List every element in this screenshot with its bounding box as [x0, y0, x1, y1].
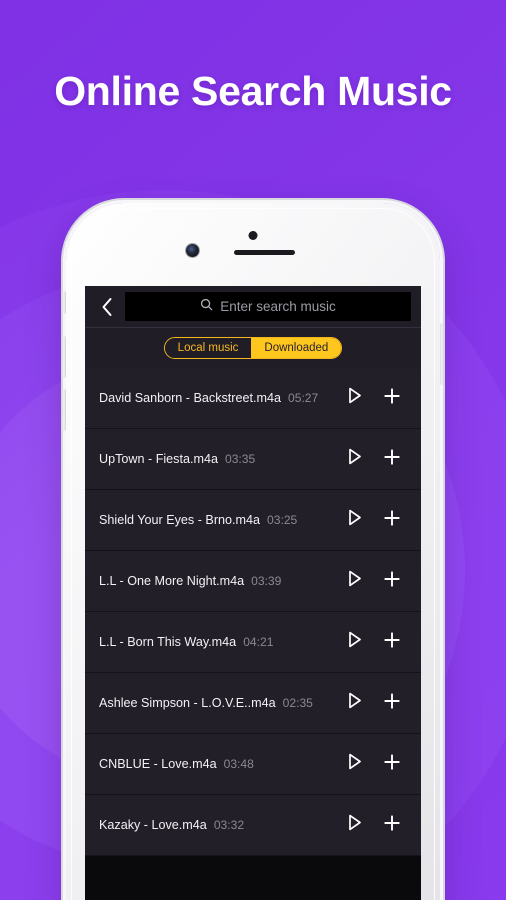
- play-icon: [347, 387, 362, 409]
- tab-group: Local music Downloaded: [163, 337, 343, 359]
- phone-mockup: Enter search music Local music Downloade…: [62, 203, 444, 900]
- play-icon: [347, 692, 362, 714]
- play-icon: [347, 509, 362, 531]
- back-button[interactable]: [93, 286, 121, 328]
- track-title: L.L - Born This Way.m4a: [99, 635, 237, 649]
- play-icon: [347, 753, 362, 775]
- table-row[interactable]: CNBLUE - Love.m4a 03:48: [85, 734, 421, 795]
- table-row[interactable]: Shield Your Eyes - Brno.m4a 03:25: [85, 490, 421, 551]
- plus-icon: [384, 387, 400, 409]
- play-button[interactable]: [339, 744, 369, 784]
- volume-up-button[interactable]: [62, 336, 66, 378]
- volume-down-button[interactable]: [62, 389, 66, 431]
- play-icon: [347, 814, 362, 836]
- table-row[interactable]: L.L - One More Night.m4a 03:39: [85, 551, 421, 612]
- play-icon: [347, 448, 362, 470]
- plus-icon: [384, 509, 400, 531]
- search-input[interactable]: Enter search music: [125, 292, 411, 321]
- tab-downloaded[interactable]: Downloaded: [251, 338, 342, 358]
- add-button[interactable]: [377, 683, 407, 723]
- table-row[interactable]: Ashlee Simpson - L.O.V.E..m4a 02:35: [85, 673, 421, 734]
- add-button[interactable]: [377, 378, 407, 418]
- play-button[interactable]: [339, 805, 369, 845]
- phone-screen: Enter search music Local music Downloade…: [85, 286, 421, 900]
- add-button[interactable]: [377, 439, 407, 479]
- track-duration: 02:35: [282, 696, 313, 710]
- plus-icon: [384, 692, 400, 714]
- tab-local-music-label: Local music: [177, 342, 239, 354]
- add-button[interactable]: [377, 500, 407, 540]
- track-duration: 03:35: [224, 452, 256, 466]
- track-duration: 03:39: [251, 574, 282, 588]
- search-icon: [200, 298, 213, 316]
- play-button[interactable]: [339, 378, 369, 418]
- mute-switch-button[interactable]: [62, 291, 66, 314]
- play-button[interactable]: [339, 561, 369, 601]
- play-button[interactable]: [339, 500, 369, 540]
- track-duration: 03:25: [267, 513, 298, 527]
- play-icon: [347, 570, 362, 592]
- track-list: David Sanborn - Backstreet.m4a 05:27 UpT…: [85, 368, 421, 856]
- track-title: Ashlee Simpson - L.O.V.E..m4a: [99, 696, 276, 710]
- plus-icon: [384, 631, 400, 653]
- tab-downloaded-label: Downloaded: [264, 342, 329, 354]
- tab-local-music[interactable]: Local music: [164, 338, 252, 358]
- track-title: David Sanborn - Backstreet.m4a: [99, 391, 281, 405]
- add-button[interactable]: [377, 744, 407, 784]
- table-row[interactable]: L.L - Born This Way.m4a 04:21: [85, 612, 421, 673]
- power-button[interactable]: [440, 323, 444, 385]
- track-duration: 03:48: [223, 757, 254, 771]
- add-button[interactable]: [377, 622, 407, 662]
- track-duration: 03:32: [213, 818, 245, 832]
- tab-bar: Local music Downloaded: [85, 328, 421, 368]
- play-button[interactable]: [339, 683, 369, 723]
- track-title: Kazaky - Love.m4a: [99, 818, 207, 832]
- promo-banner: Online Search Music Enter search music L…: [0, 0, 506, 900]
- page-title: Online Search Music: [54, 68, 452, 114]
- plus-icon: [384, 753, 400, 775]
- table-row[interactable]: David Sanborn - Backstreet.m4a 05:27: [85, 368, 421, 429]
- track-title: CNBLUE - Love.m4a: [99, 757, 217, 771]
- track-title: L.L - One More Night.m4a: [99, 574, 245, 588]
- table-row[interactable]: Kazaky - Love.m4a 03:32: [85, 795, 421, 856]
- play-button[interactable]: [339, 439, 369, 479]
- track-duration: 04:21: [243, 635, 274, 649]
- front-camera-icon: [186, 244, 199, 257]
- app-header: Enter search music: [85, 286, 421, 328]
- play-button[interactable]: [339, 622, 369, 662]
- chevron-left-icon: [101, 297, 113, 317]
- plus-icon: [384, 814, 400, 836]
- plus-icon: [384, 448, 400, 470]
- table-row[interactable]: UpTown - Fiesta.m4a 03:35: [85, 429, 421, 490]
- track-duration: 05:27: [288, 391, 319, 405]
- add-button[interactable]: [377, 805, 407, 845]
- play-icon: [347, 631, 362, 653]
- earpiece-speaker-icon: [234, 250, 295, 255]
- proximity-sensor-icon: [248, 231, 258, 240]
- track-title: Shield Your Eyes - Brno.m4a: [99, 513, 261, 527]
- track-title: UpTown - Fiesta.m4a: [99, 452, 218, 466]
- plus-icon: [384, 570, 400, 592]
- add-button[interactable]: [377, 561, 407, 601]
- search-placeholder-text: Enter search music: [220, 299, 336, 314]
